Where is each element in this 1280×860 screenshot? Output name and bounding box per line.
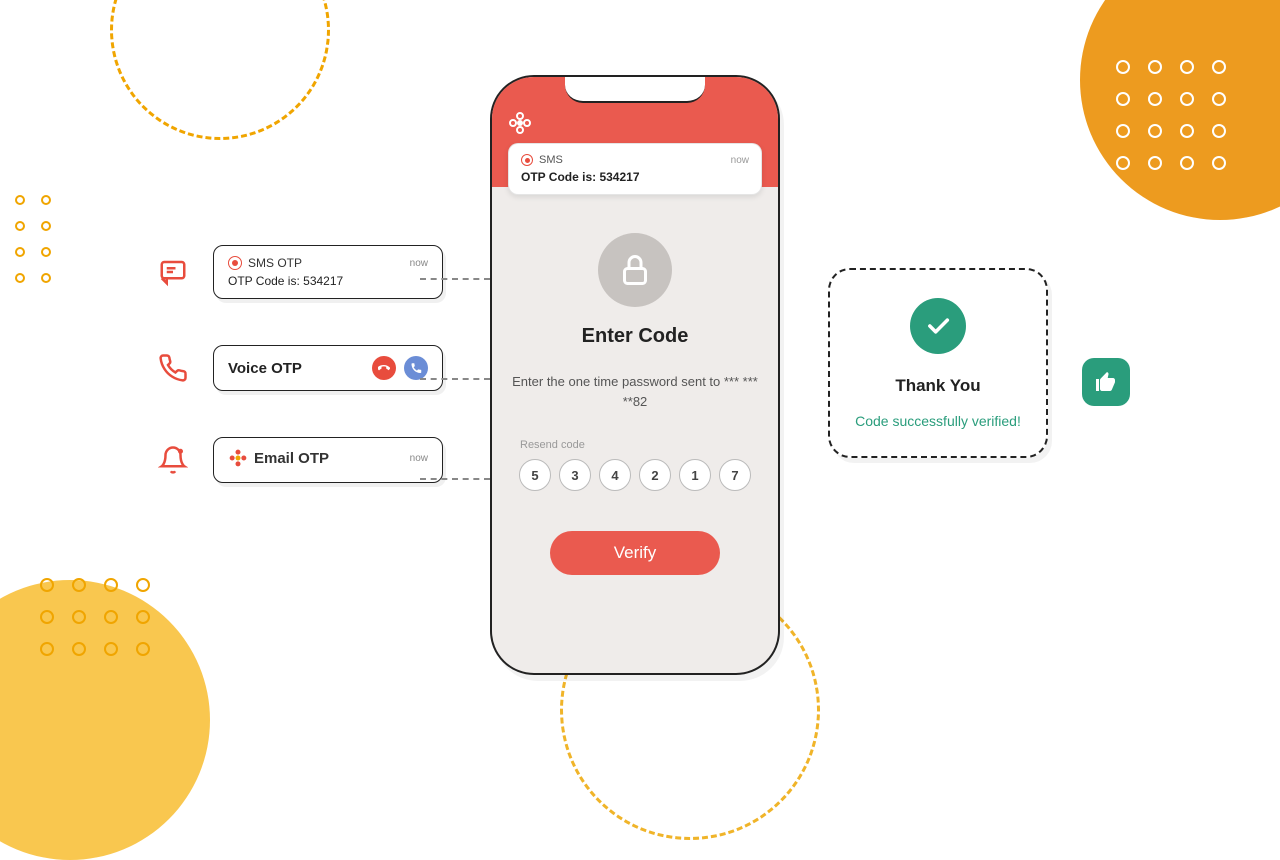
connector-line [420,478,490,480]
phone-content: Enter Code Enter the one time password s… [492,187,778,595]
phone-icon [155,350,191,386]
app-logo-icon [508,111,532,135]
notification-body: OTP Code is: 534217 [521,170,749,184]
sms-otp-title: SMS OTP [228,256,302,270]
bell-icon [155,442,191,478]
enter-code-subtext: Enter the one time password sent to *** … [512,372,758,411]
phone-mockup: SMS now OTP Code is: 534217 Enter Code E… [490,75,780,675]
success-message: Code successfully verified! [848,412,1028,432]
otp-digit-input[interactable]: 1 [679,459,711,491]
sms-otp-card: SMS OTP now OTP Code is: 534217 [213,245,443,299]
otp-digit-input[interactable]: 2 [639,459,671,491]
chat-icon [155,254,191,290]
sms-otp-body: OTP Code is: 534217 [228,274,428,288]
notification-timestamp: now [731,155,749,166]
email-otp-row: Email OTP now [155,437,443,483]
verify-button[interactable]: Verify [550,531,720,575]
enter-code-heading: Enter Code [512,325,758,348]
voice-otp-card: Voice OTP [213,345,443,391]
sms-otp-timestamp: now [410,258,428,269]
decorative-arc-top-left [110,0,330,140]
otp-digit-input[interactable]: 5 [519,459,551,491]
otp-digit-input[interactable]: 3 [559,459,591,491]
thumbs-up-badge [1082,358,1130,406]
otp-digit-input[interactable]: 4 [599,459,631,491]
sms-otp-row: SMS OTP now OTP Code is: 534217 [155,245,443,299]
decorative-dots-bottom-left [40,578,154,660]
decline-call-button[interactable] [372,356,396,380]
checkmark-icon [910,298,966,354]
success-title: Thank You [848,376,1028,396]
app-badge-icon [521,154,533,166]
notification-app-name: SMS [521,154,563,166]
phone-notch [565,77,705,103]
connector-line [420,278,490,280]
otp-digit-input[interactable]: 7 [719,459,751,491]
email-otp-card: Email OTP now [213,437,443,483]
decorative-dots-left [15,195,55,287]
accept-call-button[interactable] [404,356,428,380]
otp-channels-column: SMS OTP now OTP Code is: 534217 Voice OT… [155,245,443,483]
decorative-dots-top-right [1116,60,1230,174]
otp-code-input-row: 5 3 4 2 1 7 [512,459,758,491]
sms-notification[interactable]: SMS now OTP Code is: 534217 [508,143,762,195]
phone-header: SMS now OTP Code is: 534217 [492,77,778,187]
voice-otp-row: Voice OTP [155,345,443,391]
flower-icon [228,448,248,468]
app-badge-icon [228,256,242,270]
lock-icon [598,233,672,307]
email-otp-title: Email OTP [228,448,329,468]
resend-code-link[interactable]: Resend code [520,439,750,451]
connector-line [420,378,490,380]
success-card: Thank You Code successfully verified! [828,268,1048,458]
voice-otp-title: Voice OTP [228,360,302,377]
email-otp-timestamp: now [410,453,428,464]
